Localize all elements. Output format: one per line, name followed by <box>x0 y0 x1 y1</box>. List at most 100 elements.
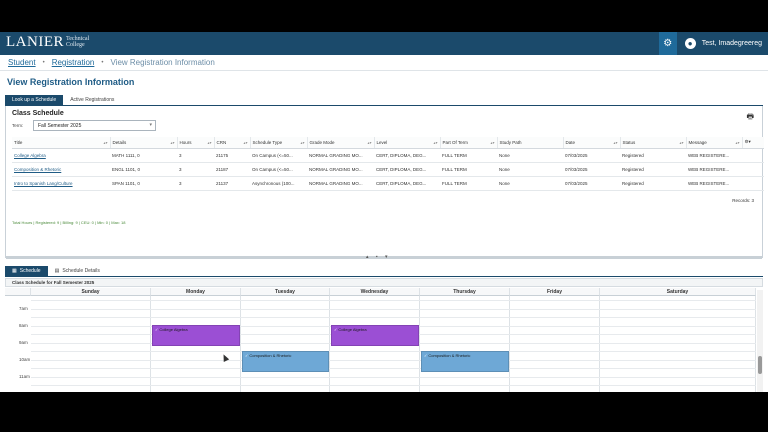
col-crn[interactable]: CRN ▴▾ <box>214 137 251 149</box>
page-title: View Registration Information <box>7 77 135 87</box>
course-title-link[interactable]: Composition & Rhetoric <box>12 162 110 177</box>
day-column <box>600 296 756 392</box>
check-icon: ✓ <box>155 327 159 332</box>
table-cell: WEB REGISTERE... <box>686 176 742 191</box>
table-cell: 3 <box>177 162 214 177</box>
class-schedule-panel: Class Schedule 🖶 Term: Fall Semester 202… <box>5 106 764 260</box>
col-part-of-term[interactable]: Part Of Term ▴▾ <box>440 137 498 149</box>
time-label: 7am <box>19 306 28 311</box>
col-title[interactable]: Title ▴▾ <box>12 137 111 149</box>
calendar-event[interactable]: ✓Composition & Rhetoric <box>242 350 329 372</box>
time-label: 9am <box>19 340 28 345</box>
time-label: 8am <box>19 323 28 328</box>
table-cell: None <box>497 148 563 163</box>
table-cell: Registered <box>620 148 686 163</box>
tab-schedule-details-label: Schedule Details <box>62 268 100 274</box>
day-header-saturday: Saturday <box>600 288 756 296</box>
user-icon[interactable]: ● <box>684 38 696 49</box>
table-cell: None <box>497 162 563 177</box>
breadcrumb-student[interactable]: Student <box>8 58 36 67</box>
tab-schedule-details[interactable]: ▤ Schedule Details <box>48 266 107 276</box>
day-column <box>31 296 151 392</box>
username[interactable]: Test, Imadegreereg <box>702 40 762 47</box>
col-hours[interactable]: Hours ▴▾ <box>177 137 215 149</box>
tab-schedule[interactable]: ▦ Schedule <box>5 266 48 276</box>
table-cell: 07/03/2025 <box>563 162 620 177</box>
col-status[interactable]: Status ▴▾ <box>620 137 687 149</box>
col-schedule-type[interactable]: Schedule Type ▴▾ <box>250 137 308 149</box>
col-details[interactable]: Details ▴▾ <box>110 137 178 149</box>
calendar-event[interactable]: ✓Composition & Rhetoric <box>421 350 509 372</box>
calendar-scrollbar[interactable] <box>757 290 763 392</box>
breadcrumb-separator: • <box>42 59 45 66</box>
day-header-monday: Monday <box>151 288 241 296</box>
col-date[interactable]: Date ▴▾ <box>563 137 621 149</box>
time-label: 10am <box>19 357 31 362</box>
table-row[interactable]: College Algebra MATH 1111, 0 3 21175 On Camp… <box>12 148 764 163</box>
table-cell: NORMAL GRADING MO... <box>307 162 374 177</box>
weekly-calendar: Sunday Monday Tuesday Wednesday Thursday Frid… <box>5 288 756 392</box>
time-slot-line <box>31 359 756 361</box>
table-cell: NORMAL GRADING MO... <box>307 148 374 163</box>
browser-viewport: LANIER Technical College ⚙ ● Test, Imade… <box>0 32 768 392</box>
table-cell <box>742 176 764 191</box>
table-cell: CERT, DIPLOMA, DEG... <box>374 176 440 191</box>
calendar-event[interactable]: ✓College Algebra <box>152 325 240 347</box>
print-icon[interactable]: 🖶 <box>746 111 754 125</box>
table-cell: 3 <box>177 148 214 163</box>
class-schedule-title: Class Schedule <box>12 110 64 117</box>
col-study-path[interactable]: Study Path <box>497 137 564 149</box>
col-grade-mode[interactable]: Grade Mode ▴▾ <box>307 137 375 149</box>
col-level[interactable]: Level ▴▾ <box>374 137 441 149</box>
tab-schedule-label: Schedule <box>19 268 41 274</box>
col-message[interactable]: Message ▴▾ <box>686 137 743 149</box>
table-cell: Asynchronous (100... <box>250 176 307 191</box>
table-cell: Registered <box>620 162 686 177</box>
table-cell: FULL TERM <box>440 148 497 163</box>
table-cell: MATH 1111, 0 <box>110 148 177 163</box>
splitter-handle-icon[interactable]: ▴ ▪ ▾ <box>366 254 391 260</box>
table-cell: WEB REGISTERE... <box>686 148 742 163</box>
scrollbar-thumb[interactable] <box>758 356 762 374</box>
day-column <box>510 296 600 392</box>
table-cell: 21175 <box>214 148 250 163</box>
table-cell: FULL TERM <box>440 162 497 177</box>
time-slot-line <box>31 385 756 386</box>
time-slot-line <box>31 368 756 369</box>
college-logo[interactable]: LANIER <box>6 34 64 51</box>
check-icon: ✓ <box>424 352 428 358</box>
table-cell: 21187 <box>214 162 250 177</box>
course-title-link[interactable]: Intro to Spanish Lang/Culture <box>12 176 110 191</box>
details-icon: ▤ <box>54 268 60 274</box>
settings-icon[interactable]: ⚙▾ <box>742 137 764 149</box>
table-cell: Registered <box>620 176 686 191</box>
gear-icon[interactable]: ⚙ <box>658 32 677 55</box>
course-title-link[interactable]: College Algebra <box>12 148 110 163</box>
calendar-event-label: College Algebra <box>159 327 188 332</box>
day-column <box>241 296 330 392</box>
calendar-event-label: Composition & Rhetoric <box>428 352 471 358</box>
table-cell <box>742 162 764 177</box>
logo-sub-line-2: College <box>66 42 85 48</box>
tab-look-up-schedule[interactable]: Look up a Schedule <box>5 95 64 105</box>
table-header-row: Title ▴▾ Details ▴▾ Hours ▴▾ CRN ▴▾ Schedule… <box>12 137 764 149</box>
time-slot-line <box>31 376 756 378</box>
time-label: 11am <box>19 374 30 379</box>
table-row[interactable]: Composition & Rhetoric ENGL 1101, 0 3 21187… <box>12 162 764 177</box>
table-cell: None <box>497 176 563 191</box>
college-logo-subtitle: Technical College <box>66 36 89 48</box>
check-icon: ✓ <box>245 352 249 358</box>
calendar-event-label: Composition & Rhetoric <box>249 352 292 358</box>
schedule-tabs: ▦ Schedule ▤ Schedule Details <box>5 266 763 277</box>
tab-active-registrations[interactable]: Active Registrations <box>63 95 121 105</box>
time-slot-line <box>31 308 756 310</box>
table-row[interactable]: Intro to Spanish Lang/Culture SPAN 1101, … <box>12 176 764 191</box>
day-header-friday: Friday <box>510 288 600 296</box>
table-cell: CERT, DIPLOMA, DEG... <box>374 162 440 177</box>
breadcrumb-registration[interactable]: Registration <box>52 58 95 67</box>
calendar-event[interactable]: ✓College Algebra <box>331 325 419 347</box>
chevron-down-icon: ▾ <box>149 122 152 128</box>
total-hours-summary: Total Hours | Registered: 9 | Billing: 9… <box>12 220 126 225</box>
table-cell: 21137 <box>214 176 250 191</box>
term-select[interactable]: Fall Semester 2025 ▾ <box>33 120 156 131</box>
